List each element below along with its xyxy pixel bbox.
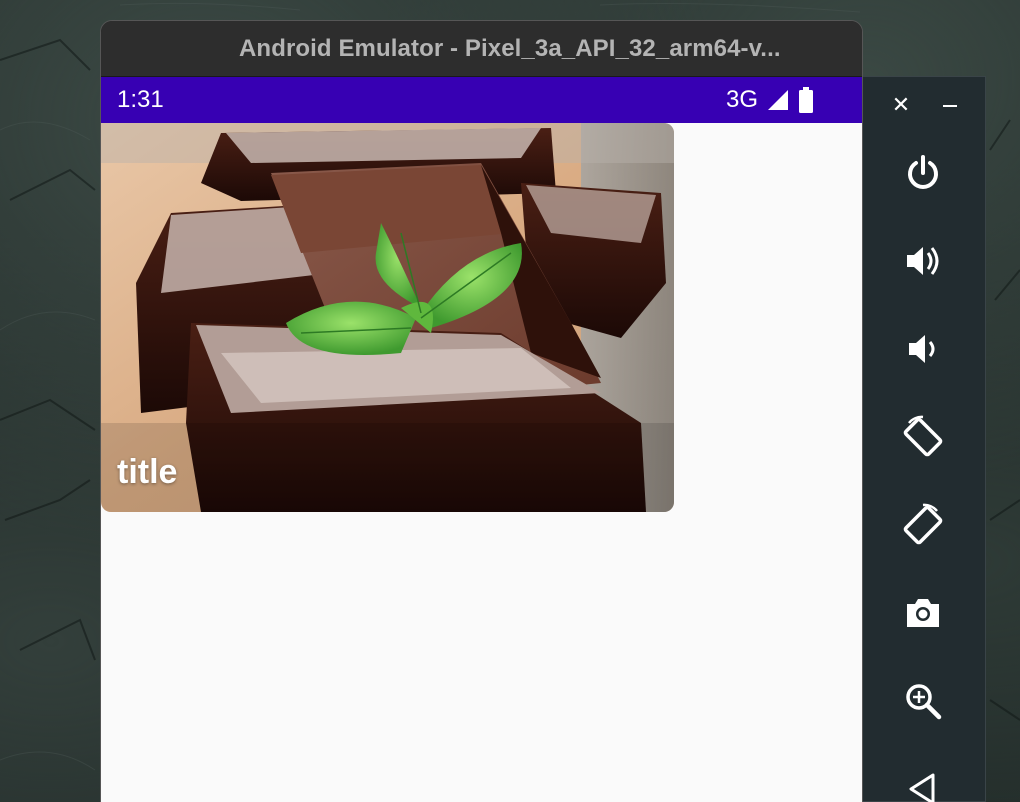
status-time: 1:31 xyxy=(117,86,164,113)
back-icon[interactable] xyxy=(899,765,947,802)
panel-window-controls: ✕ xyxy=(863,93,985,121)
rotate-right-icon[interactable] xyxy=(899,501,947,549)
power-icon[interactable] xyxy=(899,149,947,197)
device-screen[interactable]: 1:31 3G title xyxy=(101,77,862,802)
minimize-icon[interactable] xyxy=(939,93,963,117)
card-title: title xyxy=(117,453,178,491)
status-indicators: 3G xyxy=(726,86,814,114)
window-titlebar[interactable]: Android Emulator - Pixel_3a_API_32_arm64… xyxy=(101,21,862,77)
network-type: 3G xyxy=(725,86,758,113)
volume-down-icon[interactable] xyxy=(899,325,947,373)
brownie-photo xyxy=(101,123,674,512)
window-title: Android Emulator - Pixel_3a_API_32_arm64… xyxy=(239,35,781,62)
emulator-side-panel: ✕ xyxy=(863,76,986,802)
zoom-icon[interactable] xyxy=(899,677,947,725)
rotate-left-icon[interactable] xyxy=(899,413,947,461)
status-bar: 1:31 3G xyxy=(101,77,862,123)
image-card[interactable]: title xyxy=(101,123,674,512)
battery-icon xyxy=(798,87,814,113)
signal-icon xyxy=(766,88,790,112)
emulator-window: Android Emulator - Pixel_3a_API_32_arm64… xyxy=(100,20,863,802)
volume-up-icon[interactable] xyxy=(899,237,947,285)
close-icon[interactable]: ✕ xyxy=(889,93,913,117)
camera-icon[interactable] xyxy=(899,589,947,637)
